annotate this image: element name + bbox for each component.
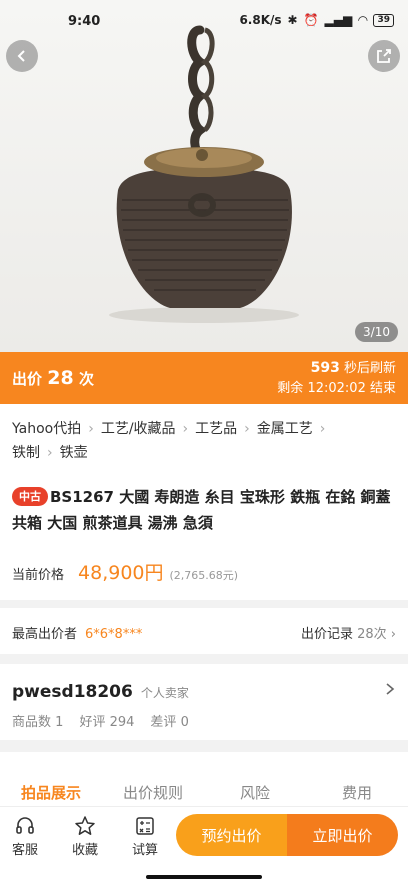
seller-bad-reviews: 差评 0 xyxy=(150,715,189,730)
chevron-right-icon: › xyxy=(319,421,326,437)
chevron-right-icon: › xyxy=(244,421,250,437)
tab-item-display[interactable]: 拍品展示 xyxy=(0,782,102,803)
price-label: 当前价格 xyxy=(12,568,65,583)
product-photo-teapot xyxy=(109,25,299,323)
star-icon xyxy=(75,816,95,835)
refresh-seconds: 593 xyxy=(310,360,340,376)
favorite-button[interactable]: 收藏 xyxy=(60,815,110,858)
breadcrumb-item[interactable]: 铁制 xyxy=(12,445,40,461)
customer-service-button[interactable]: 客服 xyxy=(0,815,50,858)
home-indicator xyxy=(146,875,262,879)
highest-bidder-row[interactable]: 最高出价者 6*6*8*** 出价记录 28次 › xyxy=(0,608,408,654)
alarm-icon: ⏰ xyxy=(303,13,319,27)
breadcrumb-item[interactable]: 铁壶 xyxy=(60,445,88,461)
status-time: 9:40 xyxy=(68,14,101,29)
remaining-time: 12:02:02 xyxy=(307,381,366,396)
image-counter: 3/10 xyxy=(355,322,398,342)
chevron-right-icon xyxy=(386,683,395,695)
battery-icon: 39 xyxy=(373,13,394,27)
network-speed: 6.8K/s xyxy=(239,13,282,27)
chevron-left-icon xyxy=(17,50,25,62)
bid-count: 出价 28 次 xyxy=(12,367,94,389)
seller-good-reviews: 好评 294 xyxy=(79,715,135,730)
breadcrumb-item[interactable]: Yahoo代拍 xyxy=(12,421,81,437)
breadcrumb-item[interactable]: 工艺品 xyxy=(195,421,237,437)
calculator-icon xyxy=(136,817,154,835)
breadcrumb: Yahoo代拍 › 工艺/收藏品 › 工艺品 › 金属工艺 › 铁制 › 铁壶 xyxy=(12,417,402,465)
bid-history-link[interactable]: 出价记录 28次 › xyxy=(301,623,396,642)
product-image-gallery[interactable]: 9:40 6.8K/s ✱ ⏰ ▂▄▆ ◠ 39 3/10 xyxy=(0,0,408,352)
chevron-right-icon: › xyxy=(88,421,94,437)
highest-bidder-name: 6*6*8*** xyxy=(85,627,143,642)
auction-timer: 593 秒后刷新 剩余 12:02:02 结束 xyxy=(277,358,396,399)
refresh-text: 秒后刷新 xyxy=(343,361,396,376)
end-text: 结束 xyxy=(369,381,396,396)
bid-history-label: 出价记录 xyxy=(300,627,353,642)
chevron-right-icon: › xyxy=(47,445,53,461)
bid-count-unit: 次 xyxy=(78,370,94,388)
tab-fees[interactable]: 费用 xyxy=(306,782,408,803)
share-icon xyxy=(377,49,391,63)
breadcrumb-item[interactable]: 金属工艺 xyxy=(257,421,313,437)
highest-bidder-label: 最高出价者 xyxy=(12,627,78,642)
current-price: 48,900円 xyxy=(78,562,164,584)
seller-card[interactable]: pwesd18206 个人卖家 商品数 1 好评 294 差评 0 xyxy=(0,664,408,740)
wifi-icon: ◠ xyxy=(358,13,368,27)
condition-tag: 中古 xyxy=(12,487,48,506)
tab-risk[interactable]: 风险 xyxy=(204,782,306,803)
price-row: 当前价格 48,900円 (2,765.68元) xyxy=(12,558,238,585)
item-title: 中古 BS1267 大國 寿朗造 糸目 宝珠形 鉄瓶 在銘 銅蓋 共箱 大国 煎茶… xyxy=(12,484,404,536)
reserve-bid-button[interactable]: 预约出价 xyxy=(176,814,287,856)
seller-info: pwesd18206 个人卖家 xyxy=(12,682,189,702)
breadcrumb-item[interactable]: 工艺/收藏品 xyxy=(101,421,176,437)
headset-icon xyxy=(16,817,34,834)
calculator-button[interactable]: 试算 xyxy=(120,815,170,858)
status-indicators: 6.8K/s ✱ ⏰ ▂▄▆ ◠ 39 xyxy=(239,13,394,27)
remaining-label: 剩余 xyxy=(277,381,304,396)
bluetooth-icon: ✱ xyxy=(287,13,298,27)
share-button[interactable] xyxy=(368,40,400,72)
customer-service-label: 客服 xyxy=(11,843,38,858)
price-cny: (2,765.68元) xyxy=(169,569,239,582)
calculator-label: 试算 xyxy=(131,843,158,858)
signal-icon: ▂▄▆ xyxy=(324,13,353,27)
chevron-right-icon: › xyxy=(182,421,189,437)
back-button[interactable] xyxy=(6,40,38,72)
favorite-label: 收藏 xyxy=(71,843,98,858)
seller-stats: 商品数 1 好评 294 差评 0 xyxy=(12,711,189,730)
tab-bid-rules[interactable]: 出价规则 xyxy=(102,782,204,803)
status-bar: 9:40 6.8K/s ✱ ⏰ ▂▄▆ ◠ 39 xyxy=(0,0,408,44)
highest-bidder: 最高出价者 6*6*8*** xyxy=(12,623,142,642)
bottom-action-bar: 客服 收藏 试算 预约出价 立即出价 xyxy=(0,806,408,883)
detail-tabs: 拍品展示 出价规则 风险 费用 xyxy=(0,752,408,808)
item-title-text: BS1267 大國 寿朗造 糸目 宝珠形 鉄瓶 在銘 銅蓋 共箱 大国 煎茶道具… xyxy=(12,488,391,532)
seller-name: pwesd18206 xyxy=(12,682,133,702)
bid-count-value: 28 xyxy=(47,367,74,389)
chevron-right-icon: › xyxy=(390,627,396,642)
bid-now-button[interactable]: 立即出价 xyxy=(287,814,398,856)
bid-count-label: 出价 xyxy=(12,370,43,388)
seller-type: 个人卖家 xyxy=(140,686,189,700)
bid-history-count: 28次 xyxy=(357,627,387,642)
item-info-card: Yahoo代拍 › 工艺/收藏品 › 工艺品 › 金属工艺 › 铁制 › 铁壶 中古 BS1267 大… xyxy=(0,404,408,600)
seller-items: 商品数 1 xyxy=(12,715,64,730)
bid-status-bar: 出价 28 次 593 秒后刷新 剩余 12:02:02 结束 xyxy=(0,352,408,404)
